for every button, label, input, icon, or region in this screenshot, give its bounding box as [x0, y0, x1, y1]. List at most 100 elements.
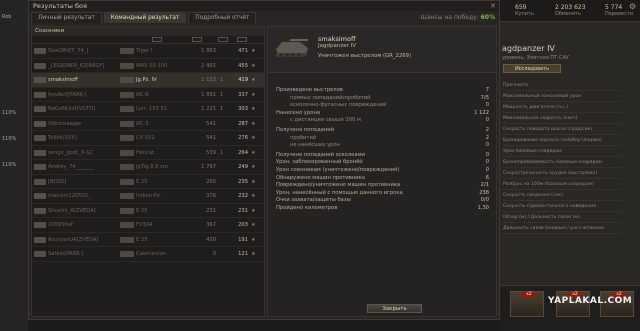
- tab-personal[interactable]: Личный результат: [31, 12, 102, 23]
- tank-column-icon[interactable]: [152, 37, 162, 42]
- tank-icon: [120, 135, 134, 141]
- close-button[interactable]: Закрыть: [367, 304, 422, 313]
- characteristic-row: Скорость поворота шасси (град/сек): [503, 124, 621, 135]
- stat-label: Очки захвата/защиты базы: [276, 197, 351, 204]
- clan-icon: [34, 164, 46, 170]
- damage-value: 303: [238, 106, 248, 112]
- detail-player-name: smaksimoff: [318, 35, 356, 43]
- stat-value: 238: [479, 189, 489, 196]
- buy-gold-link[interactable]: Купить: [515, 11, 534, 17]
- damage-value: 287: [238, 120, 248, 127]
- exchange-link[interactable]: Обменять: [555, 11, 586, 17]
- tank-icon: [120, 193, 134, 199]
- stat-label: не нанёсших урон: [290, 142, 341, 149]
- characteristic-row: Скорострельность орудия (выстр/мин): [503, 168, 621, 179]
- tab-detailed[interactable]: Подробный отчёт: [188, 12, 257, 23]
- table-row[interactable]: AsuryanUA[ZVEDA] E 25 420 191 ★: [32, 233, 264, 247]
- tank-name: E 25: [136, 236, 148, 243]
- table-row[interactable]: [BOSS] E 25 265 235 ★: [32, 175, 264, 189]
- clan-icon: [34, 91, 46, 98]
- damage-column-icon[interactable]: [237, 37, 247, 42]
- star-icon: ★: [251, 164, 256, 170]
- star-icon: ★: [251, 193, 256, 199]
- xp-value: 231: [206, 207, 216, 214]
- xp-value: 1 891: [201, 91, 216, 98]
- table-row[interactable]: Satkin[PARK-] Caernarvon 0 121 ★: [32, 247, 264, 262]
- garage-left-panel: Rob 110% 110% 110%: [0, 0, 28, 331]
- stat-label: Нанесено урона: [276, 109, 321, 116]
- damage-value: 231: [238, 207, 248, 214]
- stat-label: Пройдено километров: [276, 204, 338, 211]
- player-name: _LEGIONER_62[BAGY]: [48, 62, 105, 69]
- credits-display[interactable]: 2 203 623 Обменять: [555, 4, 586, 17]
- star-icon: ★: [251, 149, 256, 156]
- stat-row: Урон, нанесённый с помощью данного игрок…: [276, 190, 491, 198]
- win-chance-value: 60%: [480, 14, 495, 21]
- allies-title: Союзники: [32, 27, 264, 36]
- star-icon: ★: [251, 236, 256, 243]
- tank-name: ИС-6: [136, 91, 149, 98]
- kills-column-icon[interactable]: [218, 37, 228, 42]
- clan-icon: [34, 77, 46, 83]
- stat-row: Очки захвата/защиты базы 0/0: [276, 197, 491, 205]
- player-name: Tolikk[SVX]: [48, 135, 77, 141]
- allies-table: Союзники Sow28tt[T_74_] Tiger I1 863 471 ★ _…: [31, 26, 265, 317]
- tab-team[interactable]: Командный результат: [103, 12, 187, 23]
- tank-icon: [120, 91, 134, 98]
- research-button[interactable]: Исследовать: [503, 64, 561, 73]
- table-row[interactable]: smaksimoff Jg.Pz. IV 1 122 1 419 ★: [32, 73, 264, 88]
- table-row[interactable]: fyrufert[PARK-] ИС-6 1 891 1 337 ★: [32, 88, 264, 102]
- detail-tank-name: Jagdpanzer IV: [318, 43, 356, 49]
- tank-name: Lorr. 155 51: [136, 106, 168, 112]
- close-icon[interactable]: ✕: [490, 1, 496, 11]
- xp-value: 1 215: [201, 106, 216, 112]
- tank-name: Indien-Pz.: [136, 193, 162, 199]
- gold-value: 659: [515, 4, 527, 11]
- clan-icon: [34, 135, 46, 141]
- killed-by: Уничтожен выстрелом (GR_2269): [318, 53, 412, 59]
- xp-value: 1 863: [201, 48, 216, 54]
- clan-icon: [34, 62, 46, 69]
- damage-value: 419: [238, 77, 248, 83]
- stat-value: 7/5: [480, 94, 489, 101]
- table-row[interactable]: 2009Shef FV304 367 203 ★: [32, 218, 264, 233]
- characteristic-row: Разброс на 100м (базовым снарядом): [503, 179, 621, 190]
- table-row[interactable]: NaGaNUnit[VGTO] Lorr. 155 51 1 215 1 303 ★: [32, 102, 264, 117]
- xp-value: 541: [206, 120, 216, 127]
- player-name: Andrey_74_______: [48, 164, 94, 170]
- stat-label: Урон, заблокированный бронёй: [276, 159, 363, 166]
- xp-column-icon[interactable]: [192, 37, 202, 42]
- table-row[interactable]: _LEGIONER_62[BAGY] AMX 50 100 2 401 455 ★: [32, 59, 264, 73]
- stat-value: 0: [485, 166, 489, 173]
- stat-value: 0: [485, 117, 489, 124]
- table-row[interactable]: Tolikk[SVX] СУ-152 541 276 ★: [32, 131, 264, 146]
- star-icon: ★: [251, 178, 256, 185]
- tank-name: ИС-3: [136, 120, 149, 127]
- dialog-title: Результаты боя: [33, 2, 87, 10]
- win-chance: Шансы на победу: 60%: [421, 12, 495, 23]
- tank-icon: [120, 77, 134, 83]
- stat-label: пробитий: [290, 134, 317, 141]
- table-row[interactable]: Sow28tt[T_74_] Tiger I 1 863 471 ★: [32, 44, 264, 59]
- table-row[interactable]: maksim120502_ Indien-Pz. 376 232 ★: [32, 189, 264, 204]
- clan-icon: [34, 178, 46, 185]
- player-name: AsuryanUA[ZVEDA]: [48, 236, 99, 243]
- gold-display[interactable]: 659 Купить: [515, 4, 534, 17]
- table-row[interactable]: Vibromaager ИС-3 541 287 ★: [32, 117, 264, 131]
- settings-gear-icon[interactable]: ⚙: [629, 2, 638, 11]
- dialog-titlebar[interactable]: Результаты боя ✕: [29, 1, 499, 11]
- stat-row: Урон, заблокированный бронёй 0: [276, 159, 491, 167]
- tank-icon: [120, 120, 134, 127]
- table-row[interactable]: Andrey_74_______ JgTig.8,8 cm 1 797 249 ★: [32, 160, 264, 175]
- tank-name: FV304: [136, 222, 153, 228]
- left-label: 110%: [2, 136, 17, 142]
- table-row[interactable]: Shustrij_A[ZVEDA] E 25 231 231 ★: [32, 204, 264, 218]
- stat-label: Обнаружено машин противника: [276, 174, 365, 181]
- table-row[interactable]: sengir_god[_X-G] Hellcat 539 1 264 ★: [32, 146, 264, 160]
- characteristic-row: Дальность связи базовым / рассчитанное: [503, 223, 621, 234]
- tank-icon: [120, 149, 134, 156]
- column-header: [32, 36, 264, 44]
- stat-label: осколочно-фугасных повреждений: [290, 102, 387, 109]
- convert-xp-link[interactable]: Перевести: [605, 11, 633, 17]
- xp-value: 541: [206, 135, 216, 141]
